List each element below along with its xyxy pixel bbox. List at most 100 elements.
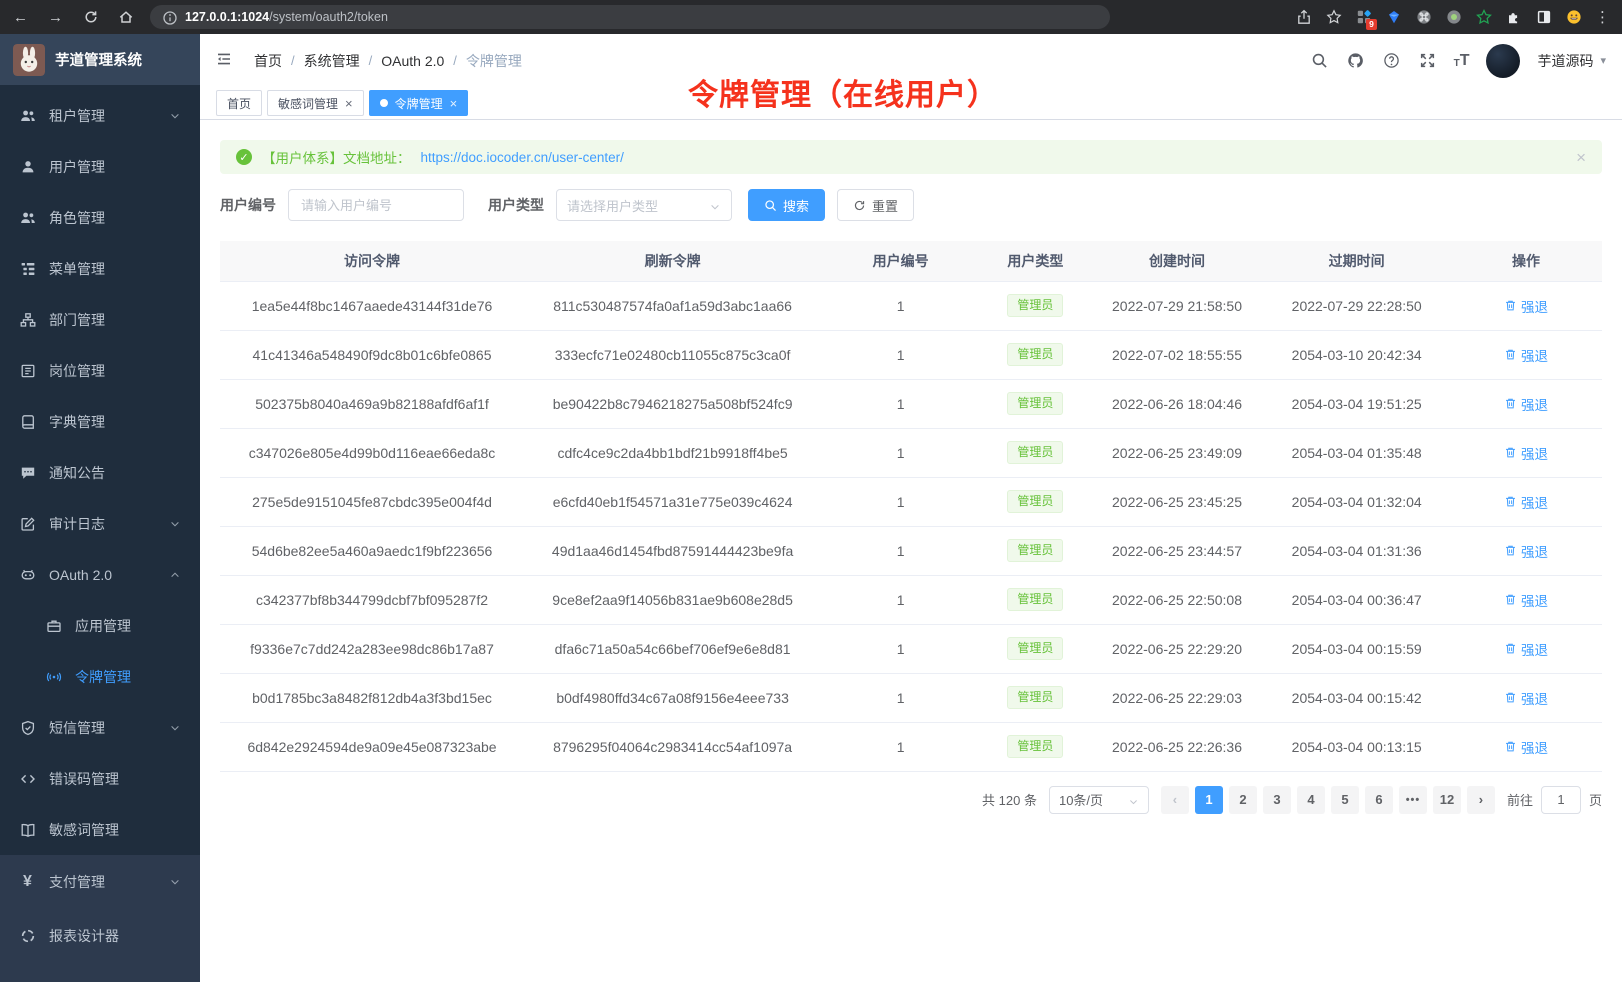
force-logout-button[interactable]: 强退 <box>1504 737 1548 757</box>
sidebar-item-短信管理[interactable]: 短信管理 <box>0 702 200 753</box>
sidebar-menu-footer: ¥ 支付管理 报表设计器 <box>0 855 200 982</box>
address-bar[interactable]: 127.0.0.1:1024/system/oauth2/token <box>150 5 1110 29</box>
contrast-extension-icon[interactable] <box>1535 9 1552 26</box>
sidebar-item-审计日志[interactable]: 审计日志 <box>0 498 200 549</box>
user-type-badge: 管理员 <box>1007 637 1063 660</box>
breadcrumb-item[interactable]: 首页 <box>254 51 282 71</box>
page-button-1[interactable]: 1 <box>1195 786 1223 814</box>
page-button-5[interactable]: 5 <box>1331 786 1359 814</box>
column-header: 访问令牌 <box>220 241 524 281</box>
extensions-icon[interactable]: 9 <box>1355 9 1372 26</box>
star-extension-icon[interactable] <box>1475 9 1492 26</box>
browser-menu-icon[interactable]: ⋮ <box>1595 8 1610 26</box>
sidebar-item-支付管理[interactable]: ¥ 支付管理 <box>0 855 200 909</box>
column-header: 刷新令牌 <box>524 241 821 281</box>
page-size-select[interactable]: 10条/页 <box>1049 786 1149 814</box>
sidebar-item-岗位管理[interactable]: 岗位管理 <box>0 345 200 396</box>
share-icon[interactable] <box>1295 9 1312 26</box>
dot-extension-icon[interactable] <box>1445 9 1462 26</box>
user-id-input[interactable] <box>288 189 464 221</box>
search-button[interactable]: 搜索 <box>748 189 825 221</box>
sidebar-item-用户管理[interactable]: 用户管理 <box>0 141 200 192</box>
sidebar-item-错误码管理[interactable]: 错误码管理 <box>0 753 200 804</box>
cell-user-type: 管理员 <box>980 477 1091 526</box>
gem-extension-icon[interactable] <box>1385 9 1402 26</box>
sidebar-item-字典管理[interactable]: 字典管理 <box>0 396 200 447</box>
force-logout-button[interactable]: 强退 <box>1504 492 1548 512</box>
home-icon[interactable] <box>117 9 134 26</box>
sidebar-item-OAuth 2.0[interactable]: OAuth 2.0 <box>0 549 200 600</box>
breadcrumb-item[interactable]: OAuth 2.0 <box>381 53 444 69</box>
tab-首页[interactable]: 首页 <box>216 90 262 116</box>
goto-page-input[interactable] <box>1541 786 1581 814</box>
sidebar-item-报表设计器[interactable]: 报表设计器 <box>0 909 200 963</box>
force-logout-button[interactable]: 强退 <box>1504 639 1548 659</box>
force-logout-label: 强退 <box>1521 737 1548 757</box>
emoji-extension-icon[interactable] <box>1565 9 1582 26</box>
page-button-12[interactable]: 12 <box>1433 786 1461 814</box>
cell-created: 2022-06-26 18:04:46 <box>1091 379 1264 428</box>
cell-refresh-token: cdfc4ce9c2da4bb1bdf21b9918ff4be5 <box>524 428 821 477</box>
tab-敏感词管理[interactable]: 敏感词管理 × <box>267 90 364 116</box>
force-logout-button[interactable]: 强退 <box>1504 345 1548 365</box>
cell-refresh-token: be90422b8c7946218275a508bf524fc9 <box>524 379 821 428</box>
page-button-3[interactable]: 3 <box>1263 786 1291 814</box>
tab-close-icon[interactable]: × <box>345 97 353 110</box>
user-type-select[interactable]: 请选择用户类型 <box>556 189 732 221</box>
back-icon[interactable]: ← <box>12 9 29 26</box>
reload-icon[interactable] <box>82 9 99 26</box>
tab-close-icon[interactable]: × <box>450 97 458 110</box>
pager: ‹ 123456•••12› <box>1161 786 1495 814</box>
hamburger-icon[interactable] <box>216 51 236 71</box>
menu-item-label: 部门管理 <box>49 310 105 330</box>
cell-access-token: 6d842e2924594de9a09e45e087323abe <box>220 722 524 771</box>
goto-label: 前往 <box>1507 790 1533 809</box>
force-logout-button[interactable]: 强退 <box>1504 590 1548 610</box>
force-logout-button[interactable]: 强退 <box>1504 443 1548 463</box>
reset-button[interactable]: 重置 <box>837 189 914 221</box>
force-logout-button[interactable]: 强退 <box>1504 688 1548 708</box>
force-logout-button[interactable]: 强退 <box>1504 296 1548 316</box>
forward-icon[interactable]: → <box>47 9 64 26</box>
bookmark-star-icon[interactable] <box>1325 9 1342 26</box>
pager-ellipsis[interactable]: ••• <box>1399 786 1427 814</box>
sidebar-item-角色管理[interactable]: 角色管理 <box>0 192 200 243</box>
sidebar-item-部门管理[interactable]: 部门管理 <box>0 294 200 345</box>
force-logout-button[interactable]: 强退 <box>1504 541 1548 561</box>
help-icon[interactable] <box>1382 51 1401 70</box>
user-menu[interactable]: 芋道源码▾ <box>1537 51 1606 71</box>
page-button-4[interactable]: 4 <box>1297 786 1325 814</box>
cell-action: 强退 <box>1450 428 1602 477</box>
alert-doc-link[interactable]: https://doc.iocoder.cn/user-center/ <box>421 150 624 165</box>
tab-令牌管理[interactable]: 令牌管理 × <box>369 90 469 116</box>
breadcrumb-item[interactable]: 系统管理 <box>304 51 360 71</box>
github-icon[interactable] <box>1346 51 1365 70</box>
page-button-6[interactable]: 6 <box>1365 786 1393 814</box>
next-page-button[interactable]: › <box>1467 786 1495 814</box>
prev-page-button[interactable]: ‹ <box>1161 786 1189 814</box>
screen: ← → 127.0.0.1:1024/system/oauth2/token 9… <box>0 0 1622 982</box>
fullscreen-icon[interactable] <box>1418 51 1437 70</box>
sidebar-item-敏感词管理[interactable]: 敏感词管理 <box>0 804 200 855</box>
menu-item-label: 岗位管理 <box>49 361 105 381</box>
sidebar-item-应用管理[interactable]: 应用管理 <box>0 600 200 651</box>
cell-refresh-token: 811c530487574fa0af1a59d3abc1aa66 <box>524 281 821 330</box>
sidebar-item-租户管理[interactable]: 租户管理 <box>0 90 200 141</box>
puzzle-extension-icon[interactable] <box>1505 9 1522 26</box>
page-button-2[interactable]: 2 <box>1229 786 1257 814</box>
font-size-icon[interactable]: TT <box>1454 53 1470 69</box>
sidebar-item-菜单管理[interactable]: 菜单管理 <box>0 243 200 294</box>
search-icon[interactable] <box>1310 51 1329 70</box>
force-logout-button[interactable]: 强退 <box>1504 394 1548 414</box>
sidebar-item-令牌管理[interactable]: 令牌管理 <box>0 651 200 702</box>
sidebar-item-通知公告[interactable]: 通知公告 <box>0 447 200 498</box>
site-info-icon[interactable] <box>162 10 176 24</box>
menu-item-label: 租户管理 <box>49 106 105 126</box>
column-header: 创建时间 <box>1091 241 1264 281</box>
user-avatar[interactable] <box>1486 44 1520 78</box>
alert-close-icon[interactable]: × <box>1576 149 1586 166</box>
delete-icon <box>1504 691 1517 704</box>
navbar-actions: TT 芋道源码▾ <box>1310 44 1606 78</box>
command-extension-icon[interactable] <box>1415 9 1432 26</box>
column-header: 操作 <box>1450 241 1602 281</box>
